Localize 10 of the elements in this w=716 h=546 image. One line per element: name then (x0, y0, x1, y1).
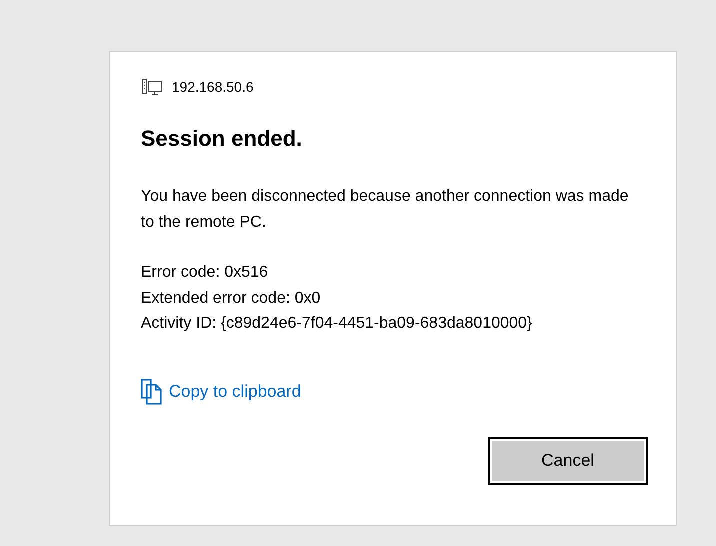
dialog-title: Session ended. (141, 126, 304, 152)
copy-icon (141, 378, 163, 404)
cancel-button[interactable]: Cancel (488, 436, 648, 484)
computer-icon (141, 78, 163, 96)
host-address: 192.168.50.6 (172, 79, 254, 95)
error-detail: Error code: 0x516 (141, 263, 270, 283)
message-text: You have been disconnected because another connection was made to the remote PC. (141, 187, 630, 233)
error-detail: Activity ID: {c89d24e6-7f04-4451-ba09-683da8010000} (141, 314, 534, 334)
error-detail: Extended error code: 0x0 (141, 288, 322, 308)
copy-link[interactable]: Copy to clipboard (141, 378, 302, 404)
